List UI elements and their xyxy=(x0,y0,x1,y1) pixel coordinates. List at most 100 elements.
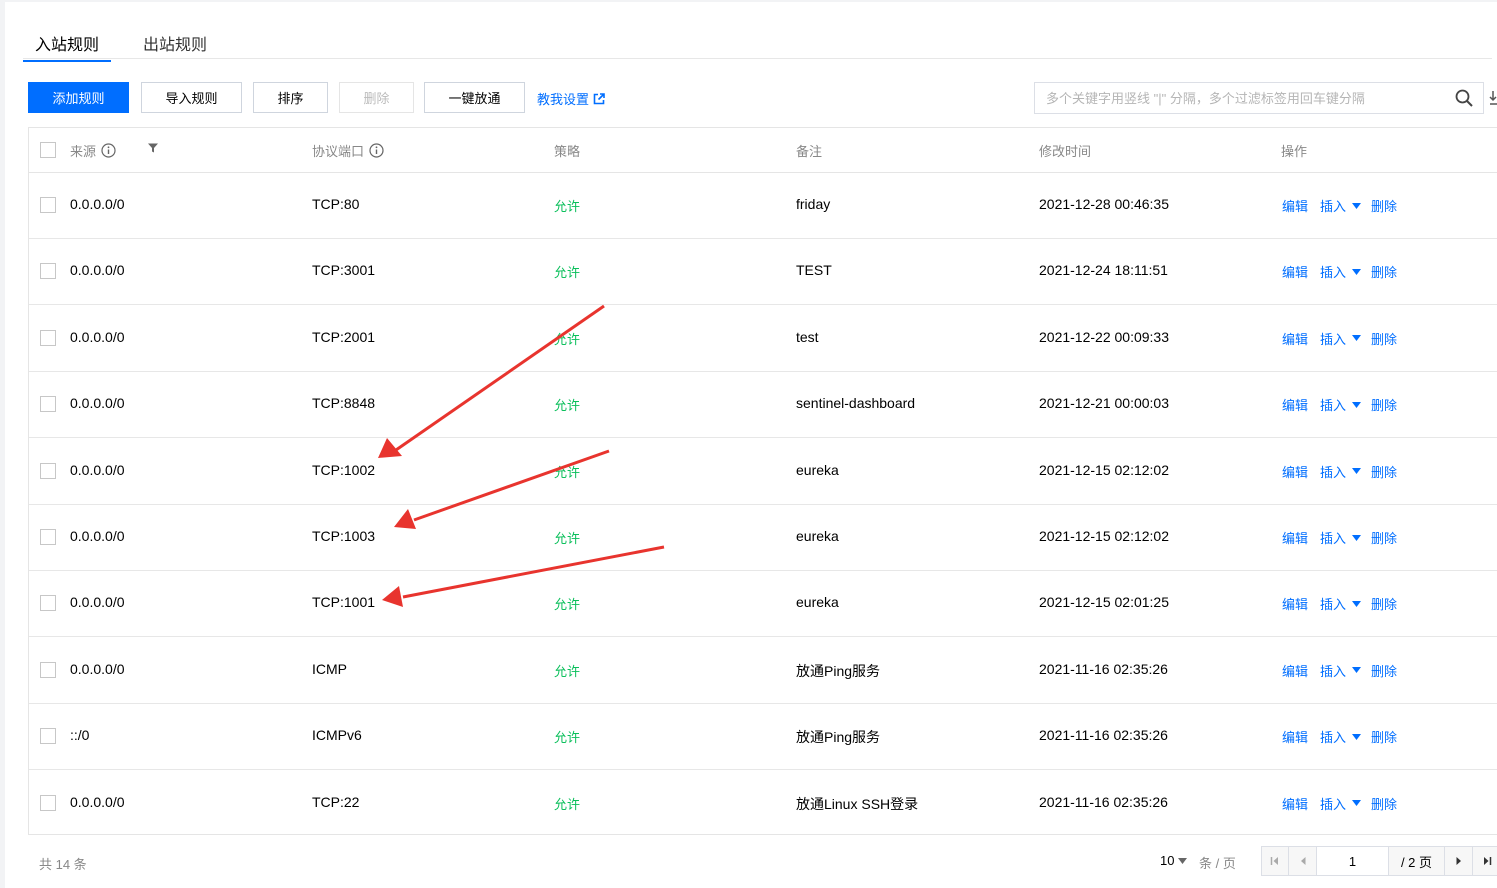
edit-link[interactable]: 编辑 xyxy=(1282,329,1308,348)
rules-table: 来源 协议端口 策略 备注 修改时间 操作 0.0.0.0/0 TCP:80 允许 f… xyxy=(28,127,1497,835)
delete-button[interactable]: 删除 xyxy=(339,82,414,113)
delete-link[interactable]: 删除 xyxy=(1371,329,1397,348)
delete-link[interactable]: 删除 xyxy=(1371,661,1397,680)
row-checkbox[interactable] xyxy=(40,197,56,213)
external-link-icon xyxy=(593,92,605,104)
last-page-button[interactable] xyxy=(1473,846,1497,876)
delete-link[interactable]: 删除 xyxy=(1371,727,1397,746)
row-checkbox[interactable] xyxy=(40,529,56,545)
search-icon[interactable] xyxy=(1454,88,1474,108)
add-rule-button[interactable]: 添加规则 xyxy=(28,82,129,113)
cell-policy: 允许 xyxy=(554,663,581,679)
row-checkbox[interactable] xyxy=(40,263,56,280)
info-icon[interactable] xyxy=(369,143,384,158)
prev-page-button[interactable] xyxy=(1289,846,1317,876)
cell-modified-time: 2021-11-16 02:35:26 xyxy=(1039,793,1168,810)
insert-dropdown[interactable]: 插入 xyxy=(1320,262,1346,281)
delete-link[interactable]: 删除 xyxy=(1371,528,1397,547)
tab-inbound-rules[interactable]: 入站规则 xyxy=(22,31,112,62)
filter-icon[interactable] xyxy=(147,142,159,154)
page-number-input[interactable] xyxy=(1317,846,1389,876)
cell-port: TCP:2001 xyxy=(312,328,376,345)
row-actions: 编辑 插入 删除 xyxy=(1282,794,1397,813)
table-row: 0.0.0.0/0 TCP:3001 允许 TEST 2021-12-24 18:11:… xyxy=(29,238,1497,306)
row-actions: 编辑 插入 删除 xyxy=(1282,395,1397,414)
caret-down-icon[interactable] xyxy=(1352,534,1362,541)
cell-modified-time: 2021-12-28 00:46:35 xyxy=(1039,196,1169,212)
per-page-label: 条 / 页 xyxy=(1199,856,1236,871)
delete-link[interactable]: 删除 xyxy=(1371,462,1397,481)
edit-link[interactable]: 编辑 xyxy=(1282,196,1308,215)
first-page-button[interactable] xyxy=(1261,846,1289,876)
edit-link[interactable]: 编辑 xyxy=(1282,661,1308,680)
next-page-icon xyxy=(1456,857,1461,865)
insert-dropdown[interactable]: 插入 xyxy=(1320,727,1346,746)
caret-down-icon[interactable] xyxy=(1352,202,1362,209)
edit-link[interactable]: 编辑 xyxy=(1282,395,1308,414)
download-icon[interactable] xyxy=(1489,90,1497,106)
insert-dropdown[interactable]: 插入 xyxy=(1320,661,1346,680)
delete-link[interactable]: 删除 xyxy=(1371,794,1397,813)
page-size-select[interactable]: 10 xyxy=(1160,853,1188,868)
caret-down-icon[interactable] xyxy=(1352,401,1362,408)
caret-down-icon[interactable] xyxy=(1352,335,1362,342)
cell-remark: sentinel-dashboard xyxy=(796,395,916,412)
caret-down-icon[interactable] xyxy=(1352,667,1362,674)
insert-dropdown[interactable]: 插入 xyxy=(1320,196,1346,215)
cell-remark: 放通Ping服务 xyxy=(796,662,881,679)
insert-dropdown[interactable]: 插入 xyxy=(1320,594,1346,613)
caret-down-icon[interactable] xyxy=(1352,468,1362,475)
cell-port: TCP:1003 xyxy=(312,528,376,544)
edit-link[interactable]: 编辑 xyxy=(1282,794,1308,813)
row-checkbox[interactable] xyxy=(40,595,56,612)
table-row: 0.0.0.0/0 ICMP 允许 放通Ping服务 2021-11-16 02:35:… xyxy=(29,637,1497,704)
next-page-button[interactable] xyxy=(1445,846,1473,876)
row-checkbox[interactable] xyxy=(40,661,56,678)
cell-modified-time: 2021-12-21 00:00:03 xyxy=(1039,395,1169,412)
caret-down-icon[interactable] xyxy=(1352,600,1362,607)
search-input[interactable] xyxy=(1034,82,1484,114)
import-rules-button[interactable]: 导入规则 xyxy=(141,82,242,113)
cell-modified-time: 2021-12-15 02:01:25 xyxy=(1039,594,1169,611)
row-checkbox[interactable] xyxy=(40,462,56,479)
insert-dropdown[interactable]: 插入 xyxy=(1320,528,1346,547)
pagination: / 2 页 xyxy=(1261,846,1497,876)
cell-policy: 允许 xyxy=(554,331,581,347)
row-checkbox[interactable] xyxy=(40,794,56,811)
row-checkbox[interactable] xyxy=(40,728,56,745)
insert-dropdown[interactable]: 插入 xyxy=(1320,329,1346,348)
delete-link[interactable]: 删除 xyxy=(1371,594,1397,613)
delete-link[interactable]: 删除 xyxy=(1371,395,1397,414)
delete-link[interactable]: 删除 xyxy=(1371,196,1397,215)
row-checkbox[interactable] xyxy=(40,396,56,413)
sort-button[interactable]: 排序 xyxy=(253,82,328,113)
edit-link[interactable]: 编辑 xyxy=(1282,528,1308,547)
insert-dropdown[interactable]: 插入 xyxy=(1320,462,1346,481)
total-pages-label: / 2 页 xyxy=(1389,846,1445,876)
cell-remark: eureka xyxy=(796,461,839,478)
edit-link[interactable]: 编辑 xyxy=(1282,727,1308,746)
caret-down-icon[interactable] xyxy=(1352,800,1362,807)
help-setup-label: 教我设置 xyxy=(537,92,590,107)
insert-dropdown[interactable]: 插入 xyxy=(1320,794,1346,813)
edit-link[interactable]: 编辑 xyxy=(1282,462,1308,481)
cell-source: ::/0 xyxy=(70,727,90,744)
delete-link[interactable]: 删除 xyxy=(1371,262,1397,281)
caret-down-icon[interactable] xyxy=(1352,268,1362,275)
info-icon[interactable] xyxy=(101,143,116,158)
row-actions: 编辑 插入 删除 xyxy=(1282,462,1397,481)
select-all-checkbox[interactable] xyxy=(40,142,56,158)
cell-remark: eureka xyxy=(796,594,839,611)
table-row: 0.0.0.0/0 TCP:1001 允许 eureka 2021-12-15 02:0… xyxy=(29,570,1497,638)
caret-down-icon[interactable] xyxy=(1352,733,1362,740)
page-size-value: 10 xyxy=(1160,853,1175,868)
cell-source: 0.0.0.0/0 xyxy=(70,262,125,279)
insert-dropdown[interactable]: 插入 xyxy=(1320,395,1346,414)
cell-remark: TEST xyxy=(796,262,832,279)
row-checkbox[interactable] xyxy=(40,329,56,346)
tab-outbound-rules[interactable]: 出站规则 xyxy=(143,31,207,55)
help-setup-link[interactable]: 教我设置 xyxy=(537,89,605,108)
allow-all-button[interactable]: 一键放通 xyxy=(424,82,525,113)
edit-link[interactable]: 编辑 xyxy=(1282,262,1308,281)
edit-link[interactable]: 编辑 xyxy=(1282,594,1308,613)
